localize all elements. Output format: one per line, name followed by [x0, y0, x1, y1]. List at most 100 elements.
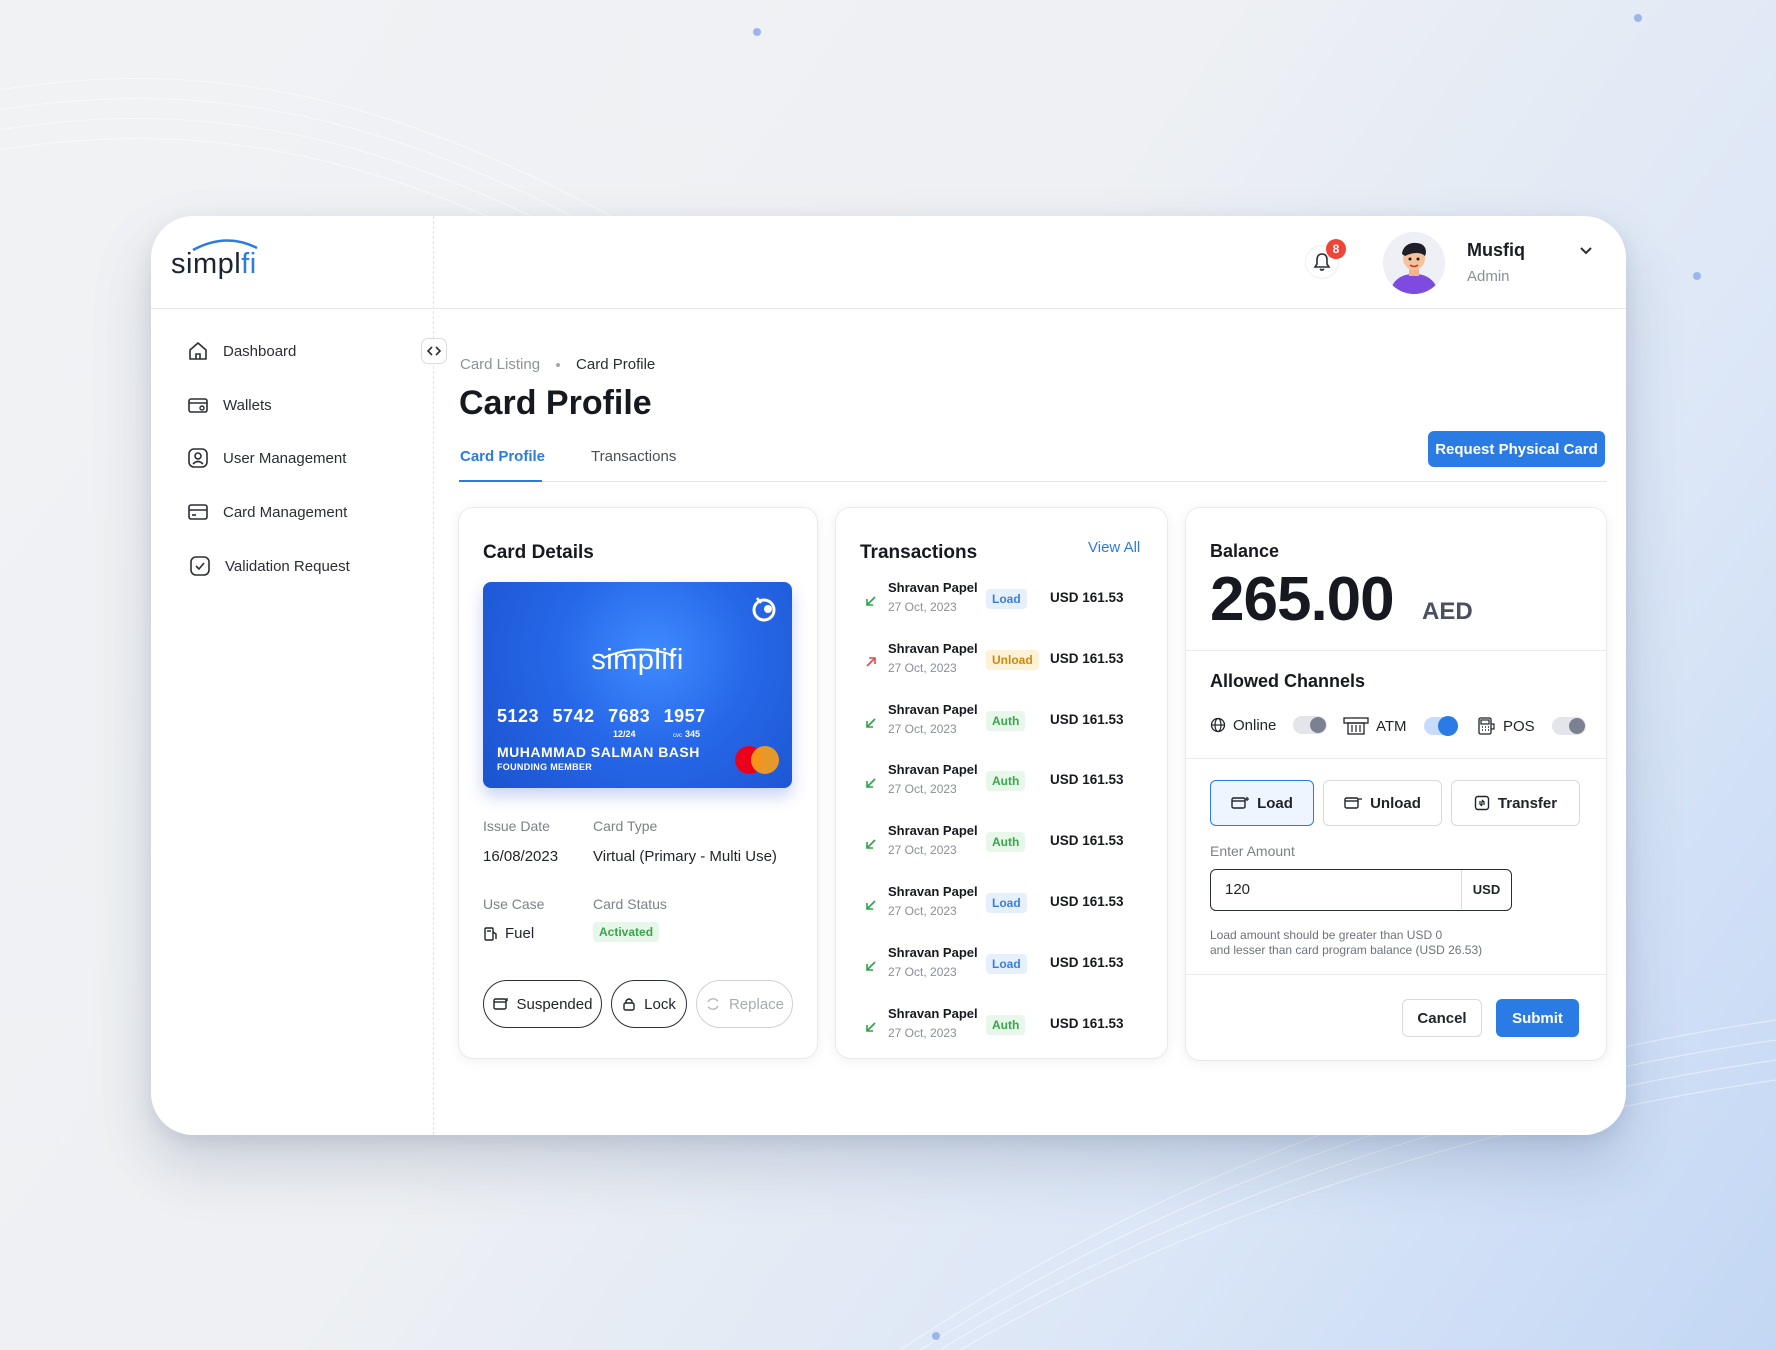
lock-button[interactable]: Lock	[611, 980, 687, 1028]
card-cvc-label: cvc	[673, 733, 682, 739]
breadcrumb-parent[interactable]: Card Listing	[460, 356, 540, 373]
sidebar-item-user-management[interactable]: User Management	[187, 447, 346, 469]
online-toggle[interactable]	[1293, 716, 1328, 734]
transaction-row[interactable]: Shravan Papel 27 Oct, 2023 Load USD 161.53	[864, 580, 1144, 626]
transaction-date: 27 Oct, 2023	[888, 1025, 957, 1040]
transaction-amount: USD 161.53	[1050, 650, 1124, 666]
card-number: 5123 5742 7683 1957	[497, 706, 706, 726]
contactless-brand-icon	[752, 597, 776, 622]
tab-card-profile[interactable]: Card Profile	[460, 448, 545, 465]
atm-toggle[interactable]	[1423, 716, 1458, 736]
breadcrumb: Card Listing Card Profile	[460, 356, 655, 373]
balance-currency: AED	[1422, 598, 1473, 625]
transaction-type-badge: Load	[986, 953, 1027, 974]
card-type-label: Card Type	[593, 818, 658, 834]
chevron-down-icon[interactable]	[1579, 246, 1593, 256]
channel-label: POS	[1503, 717, 1535, 735]
tabs-divider	[459, 481, 1607, 482]
card-cvc-value: 345	[685, 729, 701, 739]
transfer-label: Transfer	[1497, 794, 1558, 812]
balance-amount: 265.00	[1210, 565, 1395, 634]
arrow-down-left-icon	[866, 778, 876, 789]
transaction-row[interactable]: Shravan Papel 27 Oct, 2023 Load USD 161.53	[864, 884, 1144, 930]
breadcrumb-separator	[556, 362, 561, 367]
enter-amount-label: Enter Amount	[1210, 843, 1295, 859]
suspended-label: Suspended	[516, 995, 593, 1013]
transaction-row[interactable]: Shravan Papel 27 Oct, 2023 Auth USD 161.53	[864, 1006, 1144, 1052]
transaction-type-badge: Unload	[986, 649, 1039, 670]
transaction-name: Shravan Papel	[888, 580, 978, 595]
pos-terminal-icon	[1478, 717, 1495, 735]
replace-label: Replace	[728, 995, 785, 1013]
card-member-label: FOUNDING MEMBER	[497, 762, 592, 772]
transaction-row[interactable]: Shravan Papel 27 Oct, 2023 Unload USD 161.5…	[864, 641, 1144, 687]
logo-arc-icon	[192, 239, 258, 252]
use-case-text: Fuel	[505, 925, 535, 942]
transaction-date: 27 Oct, 2023	[888, 843, 957, 858]
use-case-label: Use Case	[483, 896, 545, 912]
virtual-card[interactable]: simplifi 5123 5742 7683 1957 12/24 cvc 34…	[483, 582, 792, 788]
transaction-date: 27 Oct, 2023	[888, 964, 957, 979]
sidebar-item-label: Card Management	[223, 503, 348, 521]
fuel-icon	[484, 926, 497, 941]
transaction-row[interactable]: Shravan Papel 27 Oct, 2023 Auth USD 161.53	[864, 762, 1144, 808]
arrow-up-right-icon	[866, 656, 876, 667]
transaction-amount: USD 161.53	[1050, 711, 1124, 727]
channel-online: Online	[1210, 716, 1328, 734]
tab-transactions[interactable]: Transactions	[591, 448, 676, 465]
app-window: simplfi 8 Musfiq Admin Dashboard Wallets…	[151, 216, 1626, 1135]
transaction-name: Shravan Papel	[888, 701, 978, 717]
transaction-row[interactable]: Shravan Papel 27 Oct, 2023 Auth USD 161.53	[864, 823, 1144, 869]
transaction-row[interactable]: Shravan Papel 27 Oct, 2023 Load USD 161.53	[864, 945, 1144, 991]
sidebar-item-validation-request[interactable]: Validation Request	[189, 555, 350, 577]
sidebar-collapse-button[interactable]	[421, 338, 447, 364]
replace-button[interactable]: Replace	[696, 980, 793, 1028]
lock-icon	[623, 998, 635, 1011]
amount-value[interactable]: 120	[1225, 881, 1250, 898]
amount-hint: Load amount should be greater than USD 0…	[1210, 928, 1482, 958]
request-physical-card-button[interactable]: Request Physical Card	[1428, 431, 1605, 467]
user-name: Musfiq	[1467, 240, 1525, 260]
arrow-down-left-icon	[866, 1022, 876, 1032]
channel-atm: ATM	[1343, 716, 1458, 736]
sidebar-item-wallets[interactable]: Wallets	[187, 394, 272, 416]
transaction-row[interactable]: Shravan Papel 27 Oct, 2023 Auth USD 161.53	[864, 702, 1144, 748]
check-icon	[190, 556, 210, 576]
notification-badge: 8	[1326, 239, 1346, 259]
transaction-date: 27 Oct, 2023	[888, 660, 957, 675]
transactions-title: Transactions	[860, 542, 978, 563]
transaction-type-badge: Auth	[986, 771, 1026, 792]
cancel-button[interactable]: Cancel	[1402, 999, 1482, 1037]
avatar[interactable]	[1383, 232, 1445, 294]
transaction-amount: USD 161.53	[1050, 1015, 1124, 1031]
load-button[interactable]: Load	[1210, 780, 1314, 826]
breadcrumb-current: Card Profile	[576, 356, 656, 373]
amount-hint-line: and lesser than card program balance (US…	[1210, 943, 1483, 957]
submit-button[interactable]: Submit	[1496, 999, 1579, 1037]
channel-pos: POS	[1476, 716, 1586, 736]
arrow-down-left-icon	[866, 961, 876, 971]
amount-field[interactable]: 120 USD	[1210, 869, 1512, 911]
sidebar-item-dashboard[interactable]: Dashboard	[187, 340, 296, 362]
balance-divider	[1186, 650, 1606, 651]
channel-label: Online	[1233, 716, 1277, 734]
logo-accent: fi	[241, 248, 257, 280]
card-holder-name: MUHAMMAD SALMAN BASH	[497, 744, 700, 760]
sidebar-item-label: Wallets	[223, 396, 272, 414]
pos-toggle[interactable]	[1551, 717, 1586, 735]
suspended-button[interactable]: Suspended	[483, 980, 602, 1028]
transfer-button[interactable]: Transfer	[1451, 780, 1580, 826]
lock-label: Lock	[644, 995, 676, 1013]
sidebar-item-label: Dashboard	[223, 342, 297, 360]
logo-text: simpl	[171, 248, 242, 280]
unload-button[interactable]: Unload	[1323, 780, 1442, 826]
page-title: Card Profile	[459, 384, 652, 422]
user-role: Admin	[1467, 268, 1510, 285]
transaction-amount: USD 161.53	[1050, 954, 1124, 970]
sidebar-item-card-management[interactable]: Card Management	[187, 501, 347, 523]
view-all-link[interactable]: View All	[1088, 539, 1140, 556]
card-expiry: 12/24	[613, 729, 636, 739]
logo[interactable]: simplfi	[171, 238, 258, 281]
code-arrows-icon	[427, 346, 441, 356]
transfer-icon	[1474, 795, 1490, 811]
